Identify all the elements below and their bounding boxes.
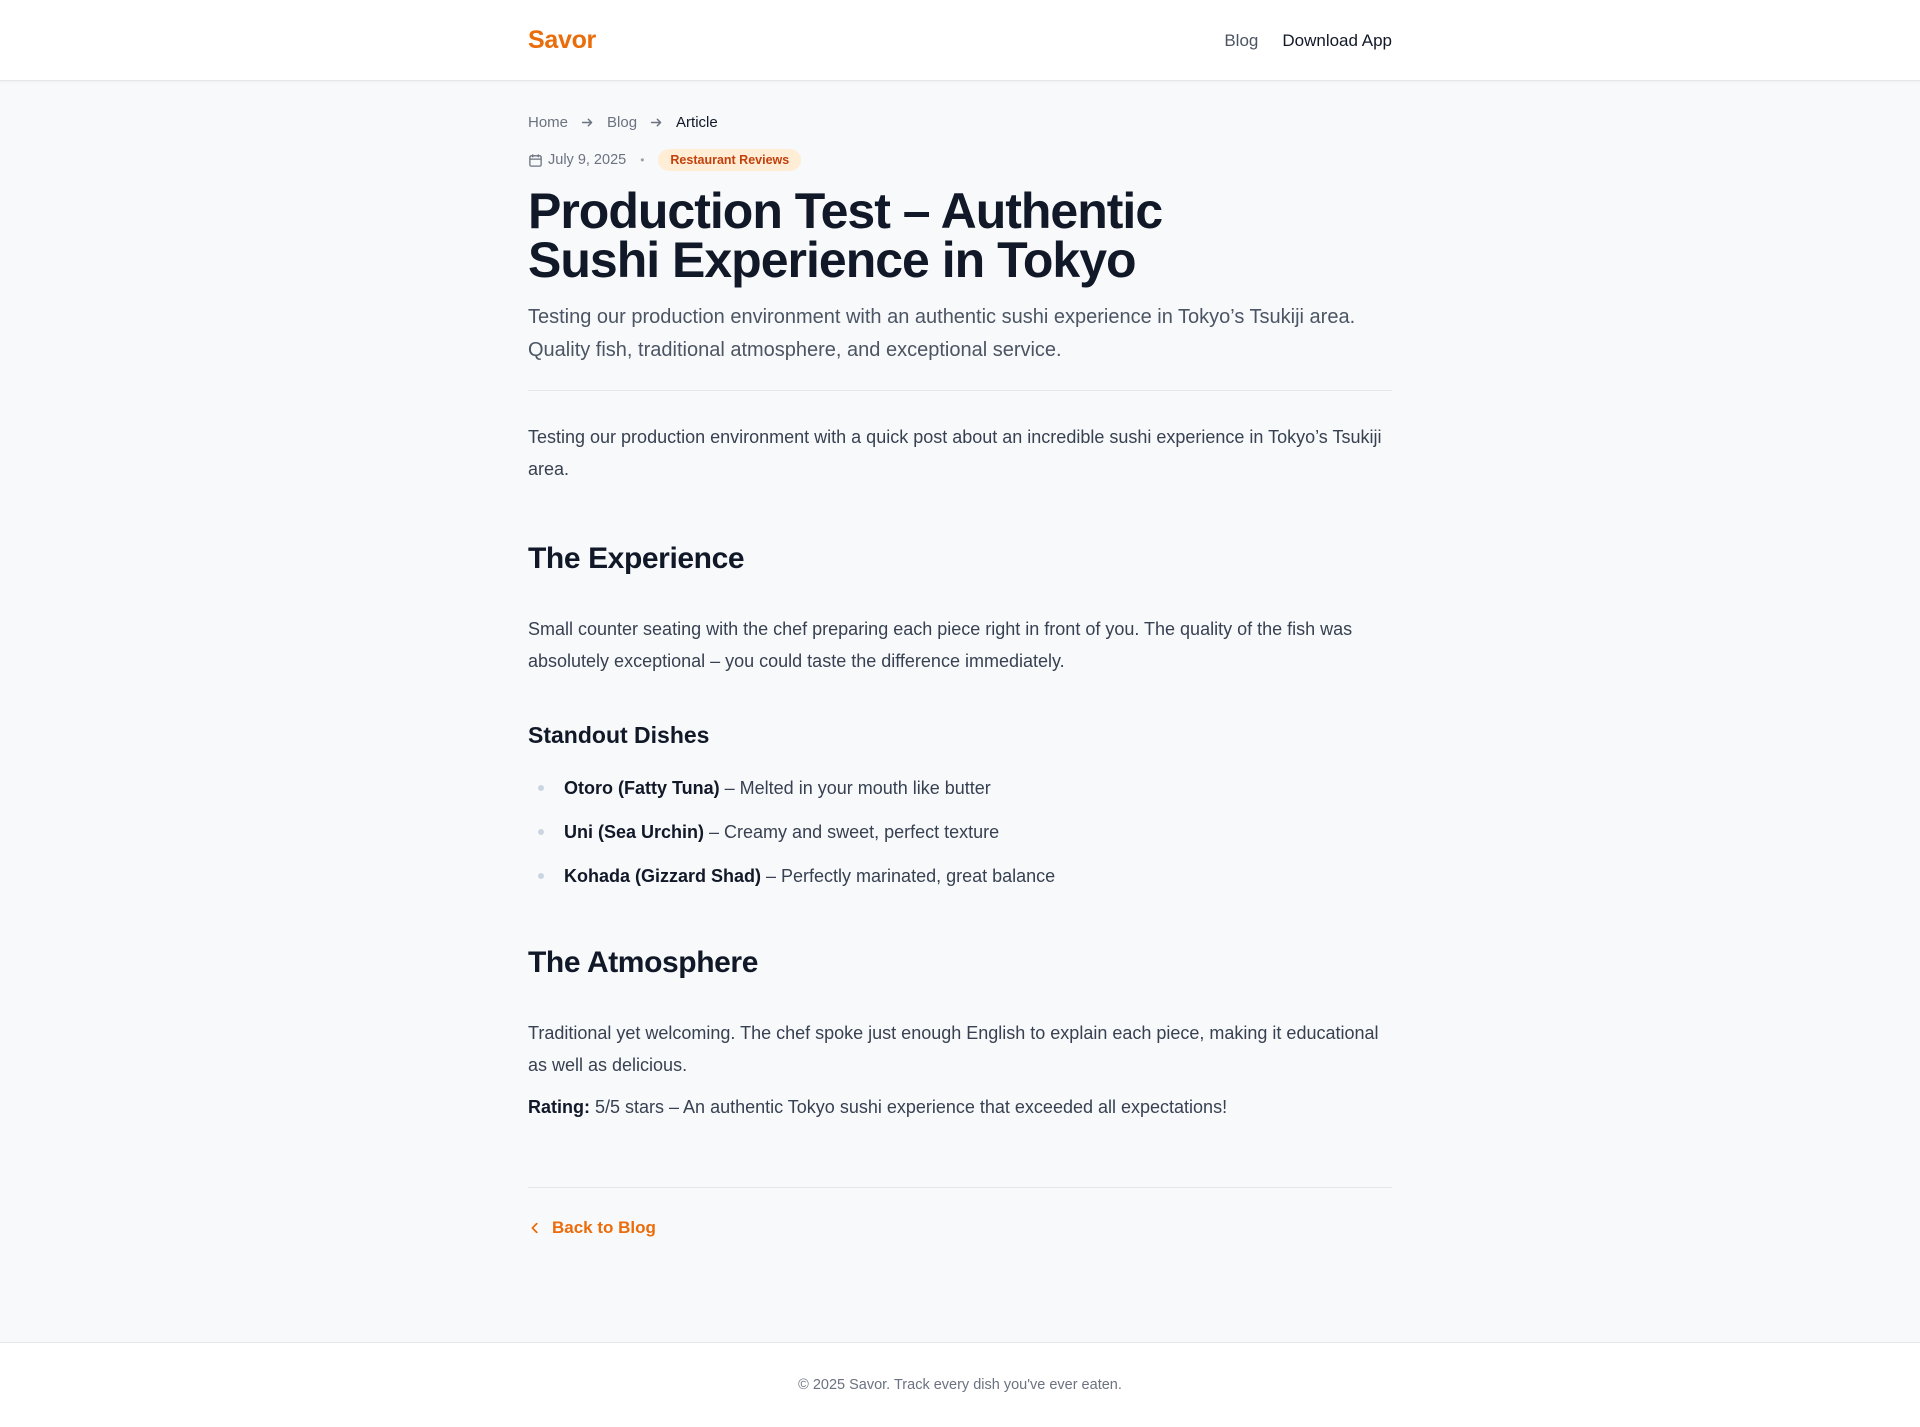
dish-name: Uni (Sea Urchin) — [564, 822, 705, 842]
article-title: Production Test – Authentic Sushi Experi… — [528, 183, 1163, 288]
section-heading-experience: The Experience — [528, 542, 745, 575]
breadcrumb: Home Blog Article — [528, 114, 718, 131]
nav-blog-link[interactable]: Blog — [1224, 31, 1258, 51]
arrow-right-icon — [581, 118, 593, 127]
bullet-icon — [538, 785, 544, 791]
dish-name: Otoro (Fatty Tuna) — [564, 778, 720, 798]
section-heading-atmosphere: The Atmosphere — [528, 946, 758, 979]
dish-description: – Creamy and sweet, perfect texture — [704, 822, 1000, 842]
breadcrumb-current: Article — [676, 114, 718, 131]
calendar-icon — [529, 153, 542, 167]
dish-description: – Perfectly marinated, great balance — [761, 866, 1056, 886]
page-footer: © 2025 Savor. Track every dish you've ev… — [0, 1342, 1920, 1427]
standout-dishes-list: Otoro (Fatty Tuna) – Melted in your mout… — [528, 766, 1392, 898]
list-item: Uni (Sea Urchin) – Creamy and sweet, per… — [528, 810, 1392, 854]
back-to-blog-label: Back to Blog — [552, 1218, 656, 1237]
list-item: Kohada (Gizzard Shad) – Perfectly marina… — [528, 854, 1392, 898]
meta-separator: • — [640, 153, 645, 167]
chevron-left-icon — [531, 1222, 538, 1234]
arrow-right-icon — [650, 118, 662, 127]
section-heading-standout-dishes: Standout Dishes — [528, 722, 710, 748]
divider — [528, 1187, 1392, 1188]
divider — [528, 390, 1392, 391]
article-subtitle: Testing our production environment with … — [528, 306, 1356, 361]
list-item: Otoro (Fatty Tuna) – Melted in your mout… — [528, 766, 1392, 810]
back-to-blog-link[interactable]: Back to Blog — [528, 1218, 656, 1238]
rating-text: 5/5 stars – An authentic Tokyo sushi exp… — [590, 1097, 1228, 1117]
top-navigation-bar: Savor Blog Download App — [0, 0, 1920, 81]
main-nav: Blog Download App — [1224, 31, 1392, 51]
dish-name: Kohada (Gizzard Shad) — [564, 866, 762, 886]
bullet-icon — [538, 829, 544, 835]
header-inner: Savor Blog Download App — [528, 0, 1392, 81]
bullet-icon — [538, 873, 544, 879]
experience-paragraph: Small counter seating with the chef prep… — [528, 619, 1353, 671]
rating-label: Rating: — [528, 1097, 590, 1117]
intro-paragraph: Testing our production environment with … — [528, 427, 1382, 479]
rating-paragraph: Rating: 5/5 stars – An authentic Tokyo s… — [528, 1091, 1392, 1123]
dish-description: – Melted in your mouth like butter — [719, 778, 991, 798]
category-badge[interactable]: Restaurant Reviews — [658, 149, 802, 171]
footer-text: © 2025 Savor. Track every dish you've ev… — [798, 1377, 1122, 1393]
nav-download-app-link[interactable]: Download App — [1282, 31, 1392, 51]
breadcrumb-blog-link[interactable]: Blog — [607, 114, 637, 131]
publish-date: July 9, 2025 — [548, 152, 627, 168]
article-meta: July 9, 2025 • Restaurant Reviews — [528, 149, 802, 171]
brand-logo-link[interactable]: Savor — [528, 26, 596, 55]
atmosphere-paragraph: Traditional yet welcoming. The chef spok… — [528, 1023, 1379, 1075]
breadcrumb-home-link[interactable]: Home — [528, 114, 568, 131]
